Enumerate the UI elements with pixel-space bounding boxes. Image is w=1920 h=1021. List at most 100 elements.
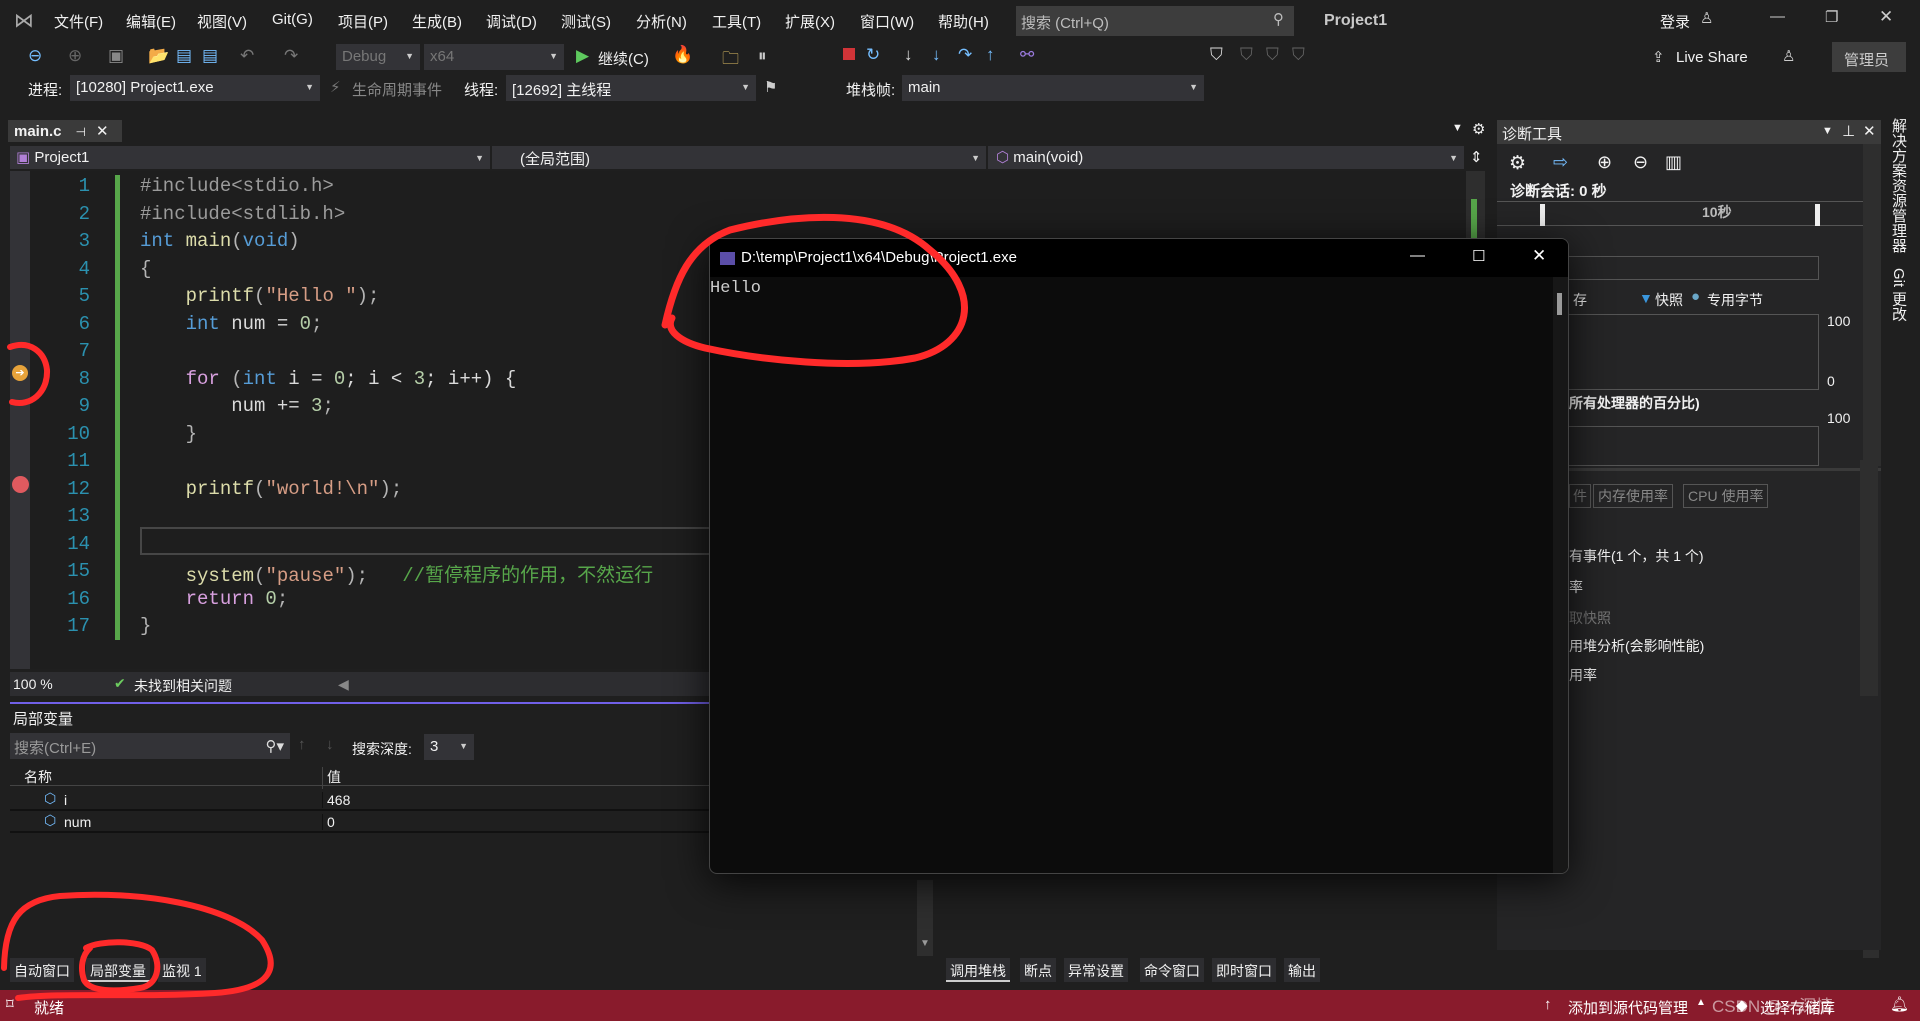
stop-debugging-icon[interactable]	[843, 48, 855, 60]
platform-select[interactable]: x64 ▼	[424, 44, 564, 70]
step-into-icon[interactable]: ↓	[932, 45, 941, 65]
menu-analyze[interactable]: 分析(N)	[636, 11, 687, 32]
feedback-icon[interactable]: ♙	[1782, 47, 1795, 65]
menu-file[interactable]: 文件(F)	[54, 11, 103, 32]
code-line[interactable]: num += 3;	[140, 395, 334, 417]
tab-output[interactable]: 输出	[1284, 958, 1320, 982]
search-icon[interactable]: ⚲▾	[265, 737, 284, 755]
save-icon[interactable]: ▤	[176, 46, 192, 66]
restore-button[interactable]: ❐	[1825, 8, 1838, 26]
console-window[interactable]: D:\temp\Project1\x64\Debug\Project1.exe …	[709, 238, 1569, 874]
scroll-left-icon[interactable]: ◀	[338, 676, 349, 693]
clear-bookmarks-icon[interactable]: ⛉	[1292, 45, 1305, 65]
tab-events[interactable]: 件	[1569, 484, 1591, 508]
add-to-source-control-button[interactable]: 添加到源代码管理	[1568, 997, 1688, 1018]
step-over-icon[interactable]: ↷	[958, 45, 972, 65]
code-line[interactable]: }	[140, 615, 151, 637]
menu-edit[interactable]: 编辑(E)	[126, 11, 176, 32]
console-close-button[interactable]: ✕	[1532, 246, 1546, 266]
code-line[interactable]: }	[140, 423, 197, 445]
continue-button[interactable]: 继续(C)	[598, 48, 649, 69]
menu-debug[interactable]: 调试(D)	[486, 11, 537, 32]
open-file-icon[interactable]: 📂	[148, 46, 169, 66]
console-title-bar[interactable]: D:\temp\Project1\x64\Debug\Project1.exe …	[710, 239, 1568, 277]
bookmark-icon[interactable]: ⛉	[1210, 45, 1223, 65]
menu-view[interactable]: 视图(V)	[197, 11, 247, 32]
tab-exception-settings[interactable]: 异常设置	[1064, 958, 1128, 982]
process-select[interactable]: [10280] Project1.exe ▼	[70, 75, 320, 101]
tab-cpu-usage[interactable]: CPU 使用率	[1683, 484, 1769, 508]
search-depth-select[interactable]: 3 ▼	[424, 734, 474, 760]
diagnostics-icon[interactable]: ⚯	[1020, 45, 1034, 65]
flag-thread-icon[interactable]: ⚑	[764, 78, 777, 96]
breakpoint-gutter[interactable]	[10, 171, 30, 669]
console-scrollbar[interactable]	[1553, 277, 1568, 873]
close-button[interactable]: ✕	[1879, 7, 1893, 27]
zoom-out-icon[interactable]: ⊖	[1633, 152, 1648, 173]
close-panel-icon[interactable]: ✕	[1863, 122, 1876, 140]
prev-bookmark-icon[interactable]: ⛉	[1240, 45, 1253, 65]
code-line[interactable]: #include<stdio.h>	[140, 175, 334, 197]
tab-locals[interactable]: 局部变量	[86, 958, 150, 982]
console-maximize-button[interactable]: ☐	[1472, 247, 1485, 265]
take-snapshot-button[interactable]: 取快照	[1569, 608, 1611, 628]
thread-select[interactable]: [12692] 主线程 ▼	[506, 75, 756, 101]
menu-help[interactable]: 帮助(H)	[938, 11, 989, 32]
menu-build[interactable]: 生成(B)	[412, 11, 462, 32]
events-summary[interactable]: 有事件(1 个，共 1 个)	[1569, 546, 1704, 566]
locals-scrollbar[interactable]: ▼	[917, 880, 933, 956]
menu-project[interactable]: 项目(P)	[338, 11, 388, 32]
tab-autos[interactable]: 自动窗口	[10, 958, 74, 982]
tab-immediate-window[interactable]: 即时窗口	[1212, 958, 1276, 982]
side-tab-solution-explorer[interactable]: 解决方案资源管理器	[1888, 118, 1909, 253]
tab-list-dropdown-icon[interactable]: ▼	[1452, 122, 1463, 134]
column-name[interactable]: 名称	[24, 767, 52, 787]
configuration-select[interactable]: Debug ▼	[336, 44, 420, 70]
code-line[interactable]: int num = 0;	[140, 313, 323, 335]
code-line[interactable]: int main(void)	[140, 230, 300, 252]
tab-command-window[interactable]: 命令窗口	[1140, 958, 1204, 982]
undo-icon[interactable]: ↶	[240, 46, 254, 66]
search-input[interactable]: 搜索 (Ctrl+Q) ⚲	[1016, 6, 1294, 36]
next-bookmark-icon[interactable]: ⛉	[1266, 45, 1279, 65]
show-next-statement-icon[interactable]: ↓	[904, 45, 913, 65]
locals-search-input[interactable]: 搜索(Ctrl+E) ⚲▾	[10, 733, 290, 759]
notifications-bell-icon[interactable]: 🔔︎	[1890, 995, 1909, 1013]
timeline-ruler[interactable]: 10秒	[1497, 201, 1863, 226]
tab-memory-usage[interactable]: 内存使用率	[1593, 484, 1673, 508]
save-all-icon[interactable]: ▤	[202, 46, 218, 66]
menu-git[interactable]: Git(G)	[272, 11, 313, 28]
code-line[interactable]: system("pause"); //暂停程序的作用，不然运行	[140, 560, 654, 587]
search-next-icon[interactable]: ↓	[326, 736, 334, 753]
editor-settings-icon[interactable]: ⚙	[1472, 120, 1485, 138]
issues-status[interactable]: 未找到相关问题	[134, 676, 232, 696]
break-all-icon[interactable]: ⏸	[758, 46, 767, 66]
code-line[interactable]: {	[140, 258, 151, 280]
menu-tools[interactable]: 工具(T)	[712, 11, 761, 32]
diagnostics-lower-scrollbar[interactable]	[1860, 460, 1878, 696]
new-project-icon[interactable]: ▣	[108, 46, 124, 66]
console-minimize-button[interactable]: —	[1410, 247, 1425, 264]
back-icon[interactable]: ⊖	[28, 46, 42, 66]
settings-icon[interactable]: ⚙	[1509, 152, 1526, 175]
scope-dropdown[interactable]: (全局范围) ▼	[494, 146, 988, 169]
search-prev-icon[interactable]: ↑	[298, 736, 306, 753]
code-line[interactable]: printf("Hello ");	[140, 285, 380, 307]
live-share-icon[interactable]: ⇪	[1652, 48, 1665, 66]
variable-value[interactable]: 0	[322, 814, 335, 830]
menu-extensions[interactable]: 扩展(X)	[785, 11, 835, 32]
menu-window[interactable]: 窗口(W)	[860, 11, 914, 32]
pin-icon[interactable]: ⊣	[76, 125, 86, 139]
add-account-icon[interactable]: ♙	[1700, 9, 1713, 27]
zoom-level[interactable]: 100 %	[13, 676, 53, 692]
tab-breakpoints[interactable]: 断点	[1020, 958, 1056, 982]
lifecycle-events-button[interactable]: 生命周期事件	[352, 79, 442, 100]
chart-settings-icon[interactable]: ▥	[1665, 152, 1682, 173]
code-line[interactable]: for (int i = 0; i < 3; i++) {	[140, 368, 517, 390]
minimize-button[interactable]: —	[1770, 8, 1785, 25]
code-line[interactable]: #include<stdlib.h>	[140, 203, 345, 225]
zoom-in-icon[interactable]: ⊕	[1597, 152, 1612, 173]
member-dropdown[interactable]: ⬡ main(void) ▼	[990, 146, 1466, 169]
tab-main-c[interactable]: main.c ⊣ ✕	[8, 120, 122, 142]
export-icon[interactable]: ⇨	[1553, 152, 1568, 173]
